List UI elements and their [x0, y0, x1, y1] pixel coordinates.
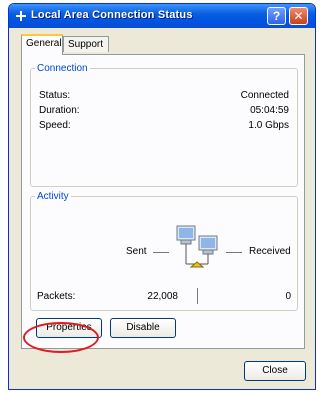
speed-value: 1.0 Gbps — [248, 120, 289, 131]
tab-general[interactable]: General — [21, 34, 63, 55]
duration-value: 05:04:59 — [250, 105, 289, 116]
duration-label: Duration: — [39, 105, 80, 116]
close-button[interactable]: Close — [244, 361, 306, 381]
received-divider — [226, 252, 242, 253]
sent-label: Sent — [126, 246, 147, 257]
tab-support[interactable]: Support — [63, 36, 109, 52]
general-tab-panel: Connection Status: Connected Duration: 0… — [21, 54, 305, 349]
connection-group: Connection Status: Connected Duration: 0… — [30, 63, 298, 187]
packets-sent-value: 22,008 — [147, 291, 178, 302]
title-bar[interactable]: Local Area Connection Status ? ✕ — [9, 4, 315, 28]
network-activity-icon — [176, 225, 218, 268]
packets-received-value: 0 — [285, 291, 291, 302]
window-title: Local Area Connection Status — [31, 9, 193, 21]
disable-button[interactable]: Disable — [110, 318, 176, 338]
activity-legend: Activity — [37, 191, 69, 202]
network-connection-icon — [15, 10, 27, 22]
status-value: Connected — [240, 90, 289, 101]
close-window-button[interactable]: ✕ — [289, 7, 308, 25]
received-label: Received — [249, 246, 291, 257]
help-icon: ? — [272, 9, 281, 23]
packets-label: Packets: — [37, 291, 76, 302]
connection-legend: Connection — [37, 63, 88, 74]
activity-group: Activity Sent Received Packets: 22,008 0 — [30, 191, 298, 311]
packets-divider — [197, 288, 198, 304]
status-row: Status: Connected — [39, 90, 289, 104]
close-icon: ✕ — [293, 9, 304, 23]
properties-button[interactable]: Properties — [36, 318, 102, 338]
speed-row: Speed: 1.0 Gbps — [39, 120, 289, 134]
status-label: Status: — [39, 90, 71, 101]
speed-label: Speed: — [39, 120, 71, 131]
sent-divider — [153, 252, 169, 253]
help-button[interactable]: ? — [267, 7, 286, 25]
duration-row: Duration: 05:04:59 — [39, 105, 289, 119]
connection-status-window: Local Area Connection Status ? ✕ General… — [8, 3, 316, 390]
